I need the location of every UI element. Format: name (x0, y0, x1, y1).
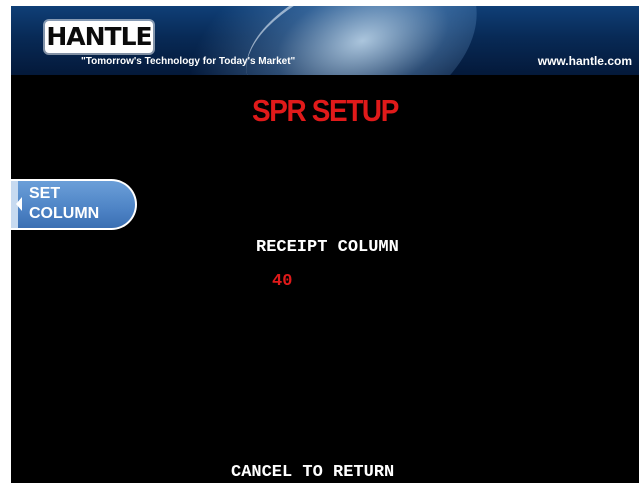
receipt-column-label: RECEIPT COLUMN (256, 238, 399, 257)
tagline: "Tomorrow's Technology for Today's Marke… (81, 56, 296, 67)
page-title: SPR SETUP (252, 93, 399, 128)
side-key-arrow-icon (16, 197, 22, 211)
set-column-button[interactable]: SET COLUMN (11, 179, 137, 230)
website-url: www.hantle.com (537, 54, 632, 68)
cancel-prompt: CANCEL TO RETURN (231, 463, 395, 482)
set-column-button-label: SET COLUMN (29, 185, 100, 222)
header-banner: HANTLE "Tomorrow's Technology for Today'… (11, 6, 639, 75)
atm-screen: HANTLE "Tomorrow's Technology for Today'… (11, 6, 639, 483)
receipt-column-value: 40 (272, 272, 293, 291)
hantle-logo: HANTLE (45, 21, 153, 53)
